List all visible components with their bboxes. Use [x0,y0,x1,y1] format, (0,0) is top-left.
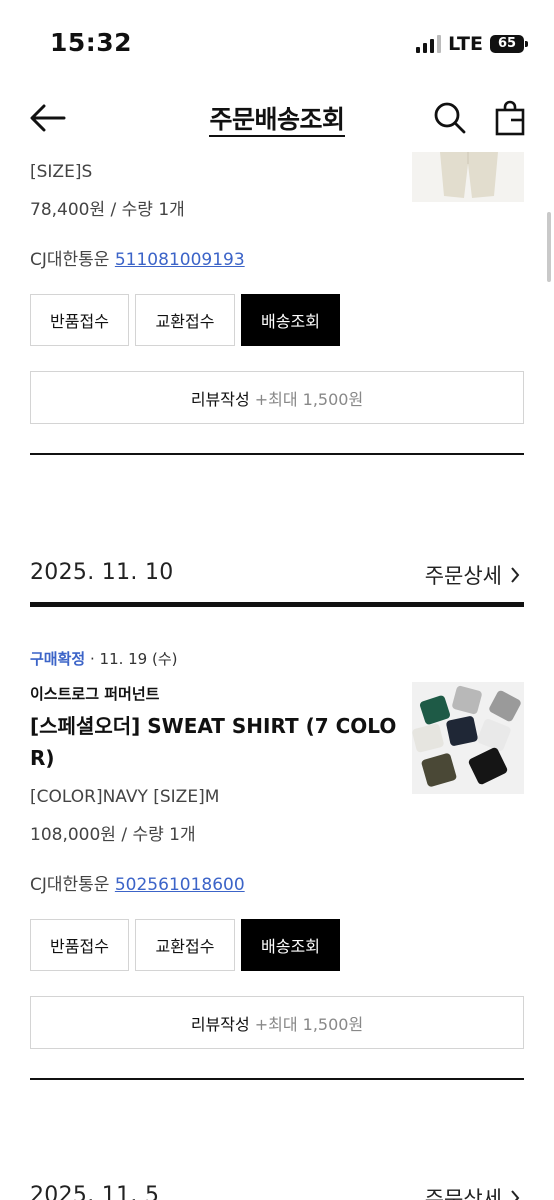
return-request-button[interactable]: 반품접수 [30,294,129,346]
page-title: 주문배송조회 [0,100,554,137]
pants-image [412,152,524,202]
order-detail-link[interactable]: 주문상세 [425,1183,520,1200]
status-badge: 구매확정 [30,650,86,668]
product-thumbnail[interactable] [412,682,524,794]
status-date: · 11. 19 (수) [89,650,178,668]
review-bonus: +최대 1,500원 [254,389,364,409]
purchase-status: 구매확정 · 11. 19 (수) [30,648,178,669]
status-indicators: LTE 65 [416,33,528,55]
write-review-button[interactable]: 리뷰작성 +최대 1,500원 [30,371,524,424]
exchange-request-button[interactable]: 교환접수 [135,294,235,346]
chevron-right-icon [511,1190,520,1200]
track-delivery-button[interactable]: 배송조회 [241,294,340,346]
search-icon [434,102,466,134]
product-thumbnail[interactable] [412,152,524,202]
exchange-request-button[interactable]: 교환접수 [135,919,235,971]
page-title-text: 주문배송조회 [209,105,345,137]
courier-info: CJ대한통운 502561018600 [30,870,245,895]
price-quantity: 78,400원 / 수량 1개 [30,200,185,220]
status-time: 15:32 [50,28,133,57]
product-options: [COLOR]NAVY [SIZE]M [30,787,220,807]
track-delivery-button[interactable]: 배송조회 [241,919,340,971]
status-bar: 15:32 LTE 65 [0,0,554,88]
courier-name: CJ대한통운 [30,250,110,270]
order-header-divider [30,602,524,607]
battery-icon: 65 [490,35,528,53]
scrollbar[interactable] [547,212,551,282]
order-detail-label: 주문상세 [424,564,502,588]
order-date: 2025. 11. 5 [30,1183,160,1200]
write-review-button[interactable]: 리뷰작성 +최대 1,500원 [30,996,524,1049]
chevron-right-icon [511,567,520,583]
brand-name[interactable]: 이스트로그 퍼머넌트 [30,683,159,704]
tracking-number-link[interactable]: 502561018600 [115,875,245,895]
tracking-number-link[interactable]: 511081009193 [115,250,245,270]
order-date: 2025. 11. 10 [30,560,174,585]
order-detail-label: 주문상세 [424,1187,502,1200]
order-divider [30,1078,524,1080]
review-bonus: +최대 1,500원 [254,1014,364,1034]
order-detail-link[interactable]: 주문상세 [425,560,520,590]
search-button[interactable] [432,100,468,136]
header: 주문배송조회 [0,88,554,152]
network-label: LTE [448,33,483,55]
price-quantity: 108,000원 / 수량 1개 [30,825,196,845]
shopping-bag-icon [495,100,525,136]
order-list: [SIZE]S 78,400원 / 수량 1개 CJ대한통운 511081009… [0,152,554,1200]
review-label: 리뷰작성 [190,389,250,409]
courier-info: CJ대한통운 511081009193 [30,245,245,270]
courier-name: CJ대한통운 [30,875,110,895]
product-name[interactable]: [스페셜오더] SWEAT SHIRT (7 COLOR) [30,710,400,774]
product-options: [SIZE]S [30,162,93,182]
shopping-bag-button[interactable] [494,100,526,136]
signal-icon [416,35,442,53]
order-divider [30,453,524,455]
return-request-button[interactable]: 반품접수 [30,919,129,971]
review-label: 리뷰작성 [190,1014,250,1034]
sweatshirts-image [412,682,524,794]
